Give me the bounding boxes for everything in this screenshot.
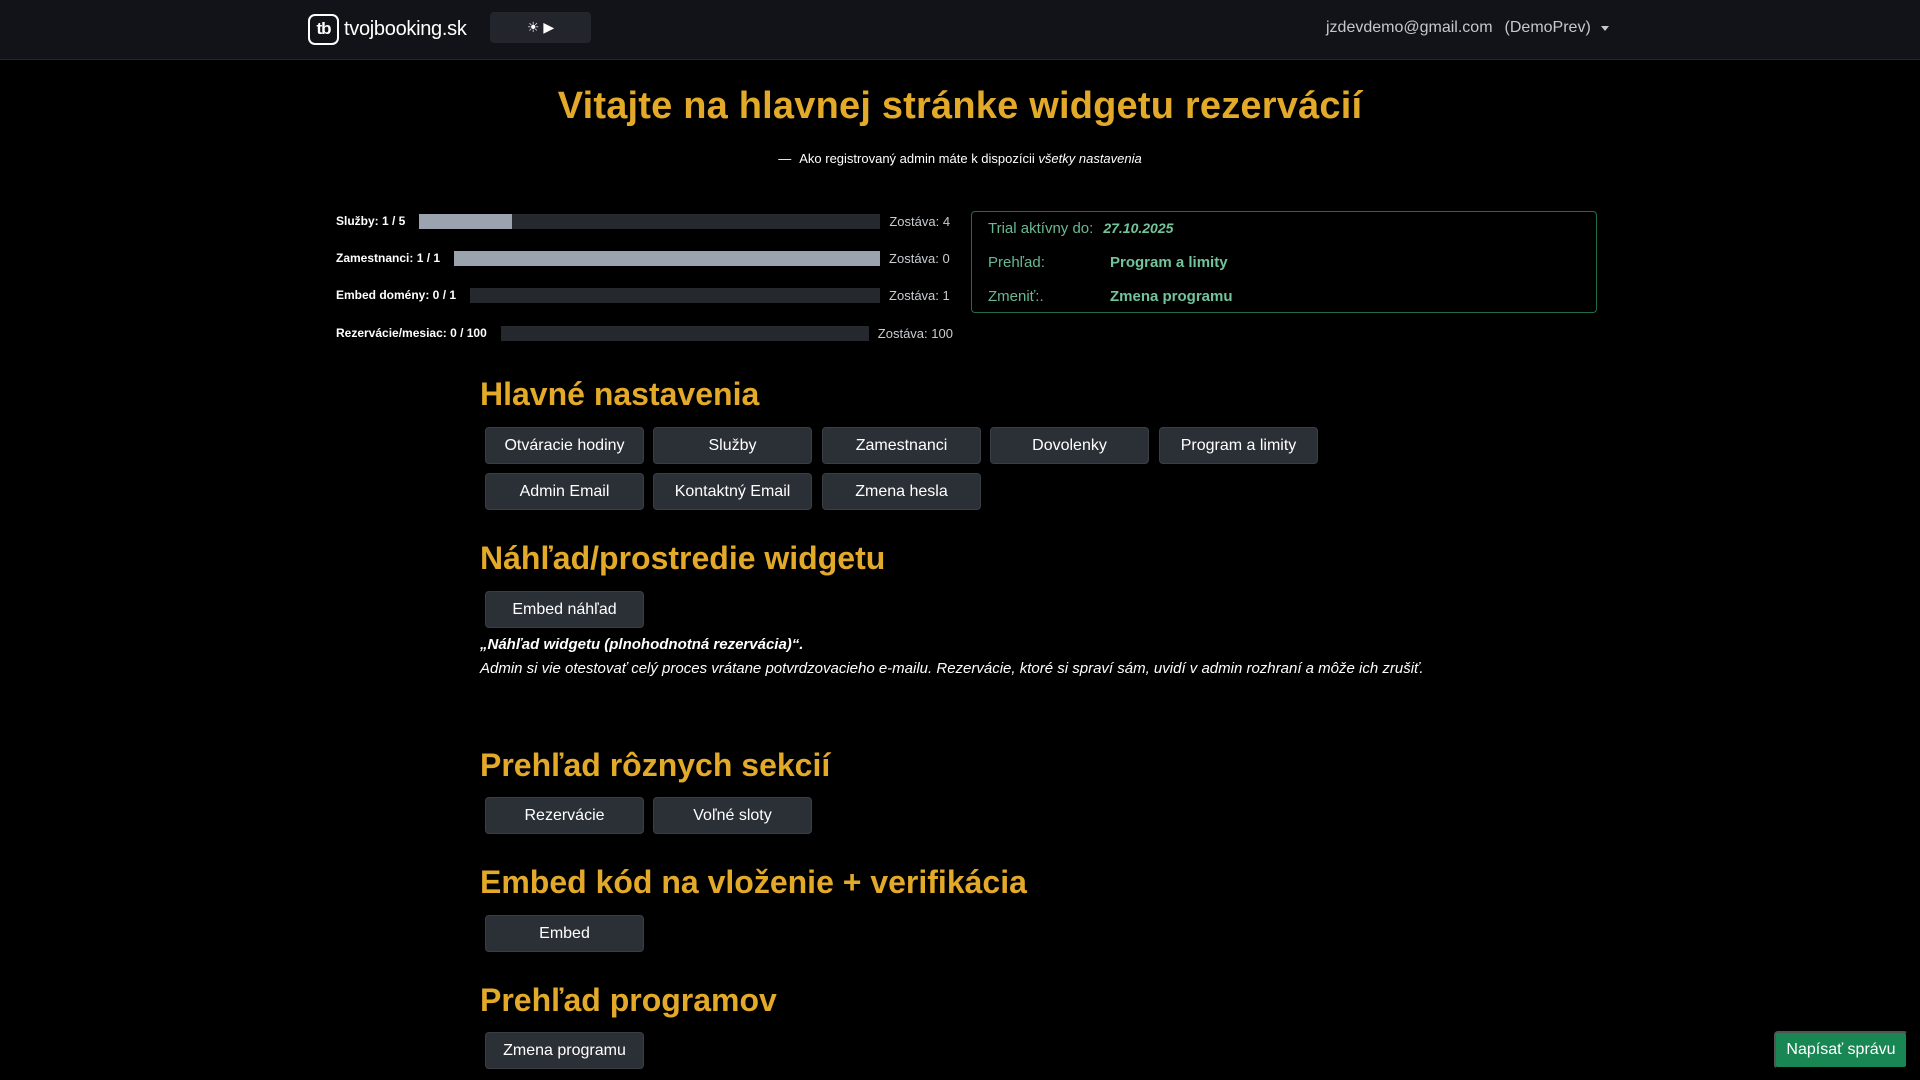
employees-button[interactable]: Zamestnanci <box>822 427 981 464</box>
usage-row-services: Služby: 1 / 5 Zostáva: 4 <box>336 211 950 231</box>
subtitle-emphasis: všetky nastavenia <box>1038 151 1142 166</box>
usage-row-reservations: Rezervácie/mesiac: 0 / 100 Zostáva: 100 <box>336 323 953 343</box>
admin-email-button[interactable]: Admin Email <box>485 473 644 510</box>
usage-label: Zamestnanci: 1 / 1 <box>336 251 441 265</box>
write-message-button[interactable]: Napísať správu <box>1774 1031 1908 1069</box>
page-title: Vitajte na hlavnej stránke widgetu rezer… <box>557 85 1363 127</box>
section-title-widget-preview: Náhľad/prostredie widgetu <box>480 540 886 576</box>
embed-button[interactable]: Embed <box>485 915 644 952</box>
usage-progress-fill <box>419 213 512 229</box>
opening-hours-button[interactable]: Otváracie hodiny <box>485 427 644 464</box>
trial-overview-label: Prehľad: <box>988 254 1045 271</box>
brand-name: tvojbooking.sk <box>344 17 467 40</box>
usage-progress-fill <box>454 250 881 266</box>
user-email: jzdevdemo@gmail.com <box>1326 19 1493 36</box>
trial-info-card: Trial aktívny do: 27.10.2025 Prehľad: Pr… <box>971 211 1597 313</box>
change-program-link[interactable]: Zmena programu <box>1110 288 1233 305</box>
section-title-main-settings: Hlavné nastavenia <box>480 376 760 412</box>
preview-description-body: Admin si vie otestovať celý proces vráta… <box>480 660 1424 677</box>
usage-remaining: Zostáva: 0 <box>889 250 950 266</box>
brand-link[interactable]: tb tvojbooking.sk <box>308 13 467 45</box>
theme-toggle-button[interactable]: ☀ ▶ <box>490 12 591 43</box>
subtitle-text: Ako registrovaný admin máte k dispozícii <box>799 151 1035 166</box>
program-limits-button[interactable]: Program a limity <box>1159 427 1318 464</box>
trial-change-row: Zmeniť:. Zmena programu <box>988 288 1233 305</box>
usage-row-employees: Zamestnanci: 1 / 1 Zostáva: 0 <box>336 248 950 268</box>
trial-active-label: Trial aktívny do: <box>988 220 1094 237</box>
user-menu-dropdown[interactable]: jzdevdemo@gmail.com (DemoPrev) <box>1326 18 1609 38</box>
usage-row-embed-domains: Embed domény: 0 / 1 Zostáva: 1 <box>336 285 950 305</box>
usage-progress-bar <box>470 287 881 303</box>
trial-active-date: 27.10.2025 <box>1103 220 1174 236</box>
contact-email-button[interactable]: Kontaktný Email <box>653 473 812 510</box>
subtitle-dash: — <box>778 151 792 166</box>
preview-description-title: „Náhľad widgetu (plnohodnotná rezervácia… <box>480 636 804 653</box>
program-limits-link[interactable]: Program a limity <box>1110 254 1228 271</box>
usage-remaining: Zostáva: 100 <box>877 325 953 341</box>
embed-preview-button[interactable]: Embed náhľad <box>485 591 644 628</box>
section-title-programs-overview: Prehľad programov <box>480 982 777 1018</box>
usage-label: Rezervácie/mesiac: 0 / 100 <box>336 326 487 340</box>
free-slots-button[interactable]: Voľné sloty <box>653 797 812 834</box>
trial-active-row: Trial aktívny do: 27.10.2025 <box>988 220 1173 237</box>
trial-change-label: Zmeniť:. <box>988 288 1044 305</box>
navbar: tb tvojbooking.sk ☀ ▶ jzdevdemo@gmail.co… <box>0 0 1920 60</box>
widget-preview-description: „Náhľad widgetu (plnohodnotná rezervácia… <box>480 633 1440 681</box>
usage-remaining: Zostáva: 4 <box>889 213 951 229</box>
section-title-sections-overview: Prehľad rôznych sekcií <box>480 747 831 783</box>
holidays-button[interactable]: Dovolenky <box>990 427 1149 464</box>
user-role: (DemoPrev) <box>1504 19 1591 36</box>
usage-remaining: Zostáva: 1 <box>889 287 950 303</box>
usage-progress-bar <box>454 250 881 266</box>
services-button[interactable]: Služby <box>653 427 812 464</box>
usage-progress-bar <box>419 213 881 229</box>
page-subtitle: — Ako registrovaný admin máte k dispozíci… <box>0 151 1920 166</box>
reservations-button[interactable]: Rezervácie <box>485 797 644 834</box>
caret-down-icon <box>1600 25 1609 31</box>
brand-logo-icon: tb <box>308 13 339 45</box>
usage-label: Služby: 1 / 5 <box>336 214 406 228</box>
usage-progress-bar <box>500 325 869 341</box>
change-program-button[interactable]: Zmena programu <box>485 1032 644 1069</box>
change-password-button[interactable]: Zmena hesla <box>822 473 981 510</box>
trial-overview-row: Prehľad: Program a limity <box>988 254 1228 271</box>
usage-label: Embed domény: 0 / 1 <box>336 288 457 302</box>
section-title-embed-code: Embed kód na vloženie + verifikácia <box>480 864 1027 900</box>
